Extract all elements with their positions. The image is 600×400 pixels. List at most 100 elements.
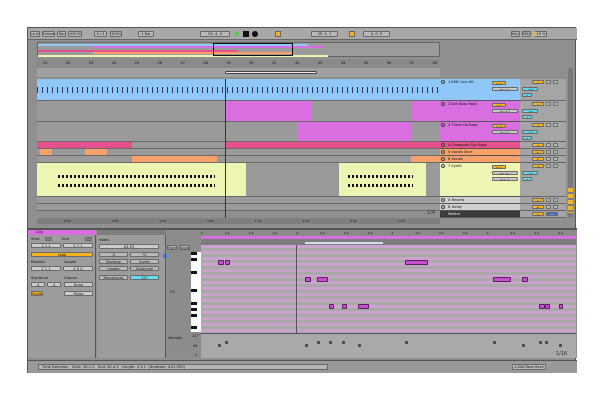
tempo-field[interactable]: 100.00 [68, 31, 82, 37]
output-routing-dropdown[interactable]: Master [492, 130, 518, 134]
track-header[interactable]: Master [440, 211, 520, 218]
reverse-button[interactable]: Reverse [99, 259, 128, 264]
track-fold-icon[interactable] [441, 212, 445, 216]
arm-button[interactable] [553, 205, 558, 209]
solo-button[interactable] [546, 102, 551, 106]
arrangement-clip[interactable] [37, 163, 246, 196]
black-key[interactable] [191, 289, 197, 293]
note-grid[interactable] [201, 245, 576, 333]
midi-note[interactable] [225, 260, 230, 265]
sig-numerator-field[interactable]: 4 [31, 282, 45, 287]
arrangement-clip[interactable] [411, 101, 440, 121]
time-signature-field[interactable]: 4 / 4 [94, 31, 107, 37]
velocity-marker[interactable] [522, 344, 525, 347]
black-key[interactable] [191, 314, 197, 317]
track-fold-icon[interactable] [441, 80, 445, 84]
note-range-field[interactable]: A3-E5 [99, 244, 159, 249]
solo-button[interactable] [546, 157, 551, 161]
scale-highlight-button[interactable]: Scale [179, 245, 190, 250]
track-header[interactable]: 6 Vocals [440, 156, 520, 163]
piano-keyboard[interactable] [191, 252, 201, 332]
arm-button[interactable] [553, 143, 558, 147]
output-routing-dropdown[interactable]: Master [492, 171, 518, 175]
track-header[interactable]: A Reverb [440, 197, 520, 204]
midi-note[interactable] [559, 304, 563, 309]
beat-ruler[interactable]: 21 22 23 24 25 26 27 28 29 30 31 32 33 34 35 36 37 38 [37, 59, 440, 68]
length-field[interactable]: 4 0 0 [63, 266, 93, 271]
velocity-lane[interactable] [201, 333, 576, 358]
track-header[interactable]: 5 Vocals Slice [440, 149, 520, 156]
start-field[interactable]: 1 1 1 [31, 243, 61, 248]
solo-button[interactable] [546, 198, 551, 202]
master-volume-field[interactable]: 0.0 [546, 212, 558, 216]
track-lane[interactable] [37, 163, 440, 197]
monitor-auto-button[interactable]: Auto [492, 165, 506, 169]
arrangement-clip[interactable] [85, 149, 107, 155]
fold-button[interactable]: Fold [167, 245, 177, 250]
arrangement-clip[interactable] [132, 156, 217, 162]
arrangement-overview[interactable] [37, 42, 440, 57]
arm-button[interactable] [553, 102, 558, 106]
track-fold-icon[interactable] [441, 164, 445, 168]
loop-brace-lane[interactable] [37, 68, 440, 77]
midi-map-button[interactable]: MIDI [522, 31, 531, 37]
arrangement-clip[interactable] [40, 149, 52, 155]
pan-field[interactable]: C [522, 93, 532, 97]
record-icon[interactable] [252, 31, 258, 37]
stop-icon[interactable] [243, 31, 249, 37]
invert-button[interactable]: Invert [130, 259, 159, 264]
solo-button[interactable] [546, 143, 551, 147]
velocity-marker[interactable] [218, 344, 221, 347]
velocity-marker[interactable] [342, 341, 345, 344]
midi-note[interactable] [493, 277, 511, 282]
solo-button[interactable] [546, 205, 551, 209]
pan-field[interactable]: C [522, 136, 532, 140]
midi-note[interactable] [545, 304, 550, 309]
black-key[interactable] [191, 301, 197, 305]
loop-switch-icon[interactable] [349, 31, 355, 37]
loop-start-field[interactable]: 29. 1. 1 [311, 31, 338, 37]
arrangement-clip[interactable] [297, 122, 411, 141]
midi-note[interactable] [405, 260, 428, 265]
midi-note[interactable] [317, 277, 328, 282]
quantize-dropdown[interactable]: 1 Bar [138, 31, 154, 37]
velocity-marker[interactable] [225, 341, 228, 344]
time-ruler[interactable]: 0:50 0:55 1:00 1:05 1:10 1:15 1:20 1:25 [37, 218, 440, 224]
double-length-button[interactable]: *2 [130, 252, 159, 257]
volume-field[interactable]: -inf [522, 130, 538, 134]
arrangement-clip[interactable] [339, 163, 426, 196]
velocity-marker[interactable] [305, 344, 308, 347]
track-lane[interactable] [37, 122, 440, 142]
arrangement-clip[interactable] [37, 79, 440, 100]
preview-icon[interactable] [163, 254, 167, 258]
duplicate-button[interactable]: Duplicate [130, 266, 159, 271]
track-fold-icon[interactable] [441, 123, 445, 127]
arm-button[interactable] [553, 123, 558, 127]
track-lane[interactable] [37, 101, 440, 122]
track-activator[interactable]: 6 [532, 157, 544, 161]
key-map-button[interactable]: Key [511, 31, 520, 37]
legato-button[interactable]: Legato [99, 266, 128, 271]
volume-field[interactable]: -inf [522, 109, 538, 113]
volume-field[interactable]: -inf [522, 87, 538, 91]
volume-field[interactable]: -inf [522, 171, 538, 175]
track-lane[interactable] [37, 79, 440, 101]
track-lane[interactable] [37, 197, 440, 204]
track-activator[interactable]: 7 [532, 164, 544, 168]
loop-button[interactable]: Loop [31, 252, 93, 257]
clip-tabs[interactable] [97, 230, 166, 235]
start-set-button[interactable]: Set [45, 237, 52, 241]
arrangement-clip[interactable] [225, 101, 312, 121]
position-field[interactable]: 1 1 1 [31, 266, 61, 271]
track-lane[interactable] [37, 156, 440, 163]
randomize-button[interactable]: Randomize [99, 275, 128, 280]
arm-button[interactable] [553, 80, 558, 84]
black-key[interactable] [191, 326, 197, 330]
groove-dropdown[interactable]: None [64, 282, 93, 287]
monitor-auto-button[interactable]: Auto [492, 81, 506, 85]
midi-note[interactable] [305, 277, 311, 282]
arm-button[interactable] [553, 164, 558, 168]
track-header[interactable]: 4 Crossover Syn Bass [440, 142, 520, 149]
end-field[interactable]: 5 1 1 [63, 243, 93, 248]
follow-button[interactable]: Follow [42, 31, 55, 37]
